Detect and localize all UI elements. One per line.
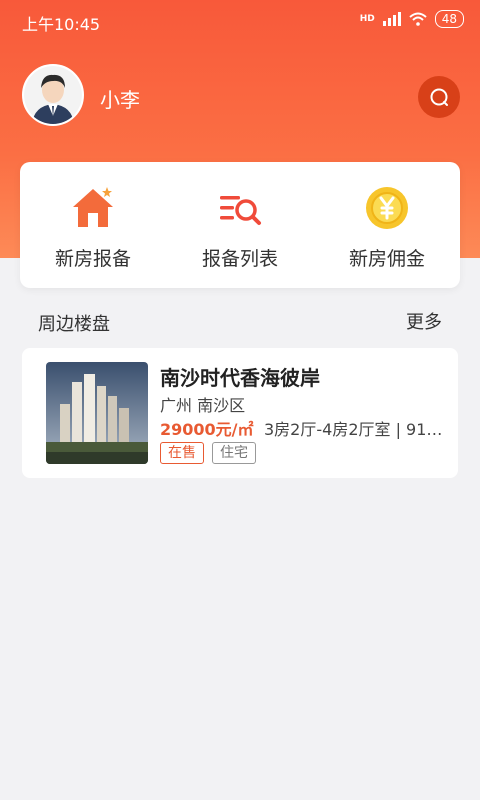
status-bar: 上午10:45 HD 48 bbox=[0, 0, 480, 40]
network-type-label: HD bbox=[359, 13, 375, 24]
wifi-icon bbox=[409, 12, 427, 26]
avatar[interactable] bbox=[22, 64, 84, 126]
feature-label: 报备列表 bbox=[201, 248, 278, 270]
feature-label: 新房佣金 bbox=[348, 248, 425, 270]
feature-commission[interactable]: 新房佣金 bbox=[314, 184, 460, 271]
listing-location: 广州 南沙区 bbox=[160, 396, 246, 415]
listing-price: 29000元/㎡ bbox=[160, 420, 254, 439]
more-link[interactable]: 更多 bbox=[406, 308, 442, 334]
search-list-icon bbox=[220, 196, 261, 225]
listing-layout: 3房2厅-4房2厅室 | 91㎡- bbox=[264, 420, 444, 439]
feature-new-house-report[interactable]: 新房报备 bbox=[20, 184, 166, 271]
section-title: 周边楼盘 bbox=[38, 314, 110, 335]
listing-tags: 在售 住宅 bbox=[160, 442, 256, 464]
username: 小李 bbox=[100, 88, 140, 112]
battery-icon: 48 bbox=[434, 10, 464, 28]
status-icons: HD 48 bbox=[360, 10, 464, 28]
status-badge: 在售 bbox=[160, 442, 204, 464]
house-icon bbox=[73, 187, 113, 227]
status-time: 上午10:45 bbox=[22, 15, 101, 34]
listing-thumbnail bbox=[46, 362, 148, 464]
chat-icon bbox=[430, 88, 448, 106]
listing-card[interactable]: 南沙时代香海彼岸 广州 南沙区 29000元/㎡ 3房2厅-4房2厅室 | 91… bbox=[22, 348, 458, 478]
message-button[interactable] bbox=[418, 76, 460, 118]
signal-icon bbox=[382, 12, 401, 26]
coin-icon bbox=[366, 187, 408, 229]
feature-report-list[interactable]: 报备列表 bbox=[167, 184, 313, 271]
listing-name: 南沙时代香海彼岸 bbox=[160, 366, 320, 390]
feature-label: 新房报备 bbox=[54, 248, 131, 270]
type-badge: 住宅 bbox=[212, 442, 256, 464]
feature-card: 新房报备 报备列表 新房佣金 bbox=[20, 162, 460, 288]
